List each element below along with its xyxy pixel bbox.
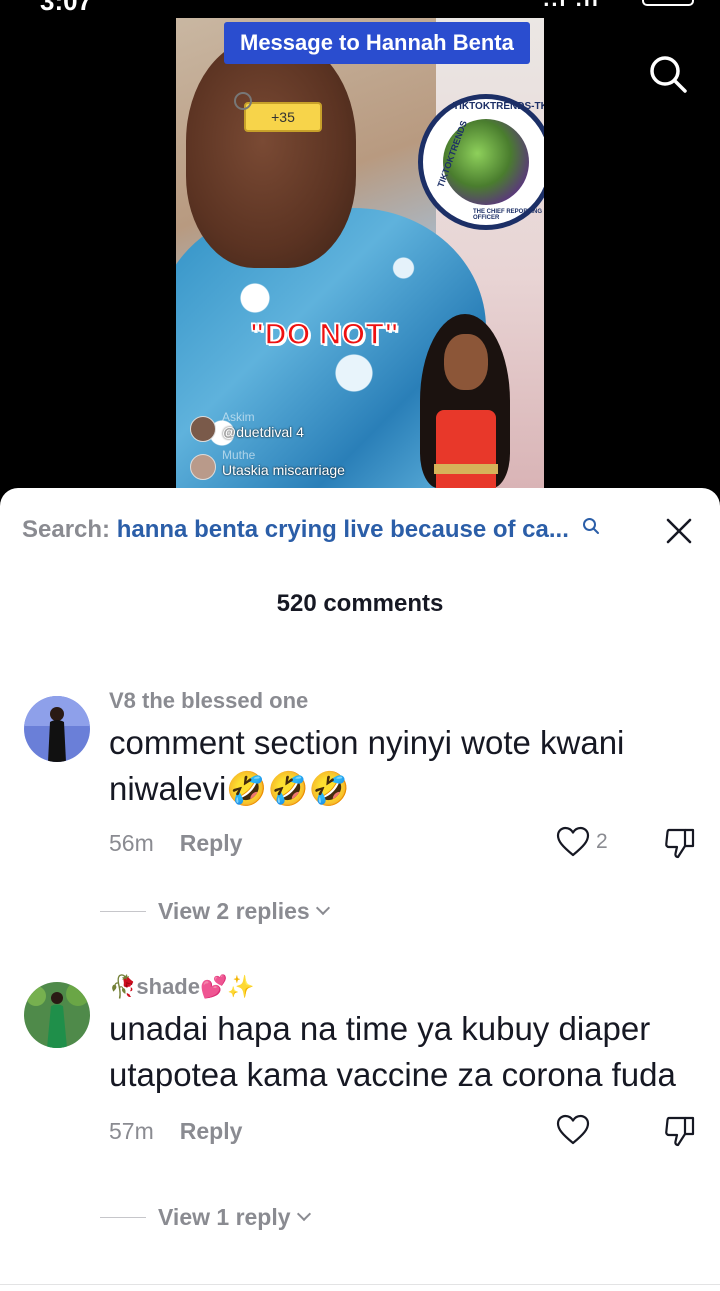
avatar[interactable]: [24, 696, 90, 762]
status-bar: 3:07 ..l .ıl: [0, 0, 720, 16]
reply-button[interactable]: Reply: [180, 1118, 243, 1144]
status-time: 3:07: [40, 0, 93, 16]
tiktoktrends-seal-logo: TIKTOKTRENDS-TK TIKTOKTRENDS THE CHIEF R…: [418, 94, 544, 230]
do-not-sticker: "DO NOT": [249, 317, 400, 352]
comment-meta: 57m Reply: [109, 1118, 242, 1145]
overlay-avatar: [190, 416, 216, 442]
overlay-comment-name: Askim: [222, 410, 255, 424]
comment-meta: 56m Reply: [109, 830, 242, 857]
heart-icon: [556, 826, 590, 857]
view-replies-button[interactable]: View 1 reply: [100, 1204, 311, 1231]
overlay-comment-text: @duetdival 4: [222, 424, 304, 440]
chevron-down-icon: [296, 1206, 311, 1221]
overlay-comment-text: Utaskia miscarriage: [222, 462, 345, 478]
video-person-head: [186, 38, 356, 268]
divider-line: [100, 1217, 146, 1218]
comment-text: comment section nyinyi wote kwani niwale…: [109, 724, 625, 807]
chevron-down-icon: [315, 900, 330, 915]
video-banner: Message to Hannah Benta: [224, 22, 530, 64]
comment-count: 520 comments: [276, 590, 444, 617]
comment-timestamp: 57m: [109, 1118, 154, 1144]
dislike-button[interactable]: [663, 1114, 697, 1148]
reply-button[interactable]: Reply: [180, 830, 243, 856]
close-icon[interactable]: [660, 512, 698, 550]
view-replies-button[interactable]: View 2 replies: [100, 898, 330, 925]
seal-subtitle: THE CHIEF REPORTING OFFICER: [473, 209, 543, 221]
related-search-link[interactable]: Search: hanna benta crying live because …: [22, 516, 642, 552]
avatar[interactable]: [24, 982, 90, 1048]
view-replies-label: View 1 reply: [158, 1204, 291, 1230]
like-count: 2: [596, 830, 608, 853]
overlay-avatar: [190, 454, 216, 480]
comment-username[interactable]: V8 the blessed one: [109, 688, 308, 714]
comment-text: unadai hapa na time ya kubuy diaper utap…: [109, 1010, 676, 1093]
video-woman-cutout: [408, 314, 538, 488]
battery-icon: [642, 0, 694, 6]
search-icon: [582, 514, 600, 534]
comments-sheet: Search: hanna benta crying live because …: [0, 488, 720, 1291]
view-replies-label: View 2 replies: [158, 898, 310, 924]
woman-face: [444, 334, 488, 390]
dislike-icon: [665, 828, 695, 859]
seal-title: TIKTOKTRENDS-TK: [453, 101, 544, 112]
signal-indicator: ..l .ıl: [543, 0, 600, 12]
like-button[interactable]: 2: [556, 826, 626, 860]
comment-timestamp: 56m: [109, 830, 154, 856]
woman-belt: [434, 464, 498, 474]
overlay-comment-name: Muthe: [222, 448, 256, 462]
heart-icon: [556, 1114, 590, 1145]
comment-username[interactable]: 🥀shade💕✨: [109, 974, 255, 1000]
search-query[interactable]: hanna benta crying live because of ca...: [117, 516, 569, 543]
woman-dress: [436, 410, 496, 488]
dislike-button[interactable]: [663, 826, 697, 860]
video-player[interactable]: 3:07 ..l .ıl Message to Hannah Benta +35…: [0, 0, 720, 500]
bottom-divider: [0, 1284, 720, 1285]
dislike-icon: [665, 1116, 695, 1147]
search-icon[interactable]: [648, 54, 688, 94]
divider-line: [100, 911, 146, 912]
like-button[interactable]: [556, 1114, 626, 1148]
search-label: Search:: [22, 516, 111, 543]
price-tag-sticker: +35: [234, 92, 322, 132]
video-frame: Message to Hannah Benta +35 TIKTOKTRENDS…: [176, 18, 544, 488]
